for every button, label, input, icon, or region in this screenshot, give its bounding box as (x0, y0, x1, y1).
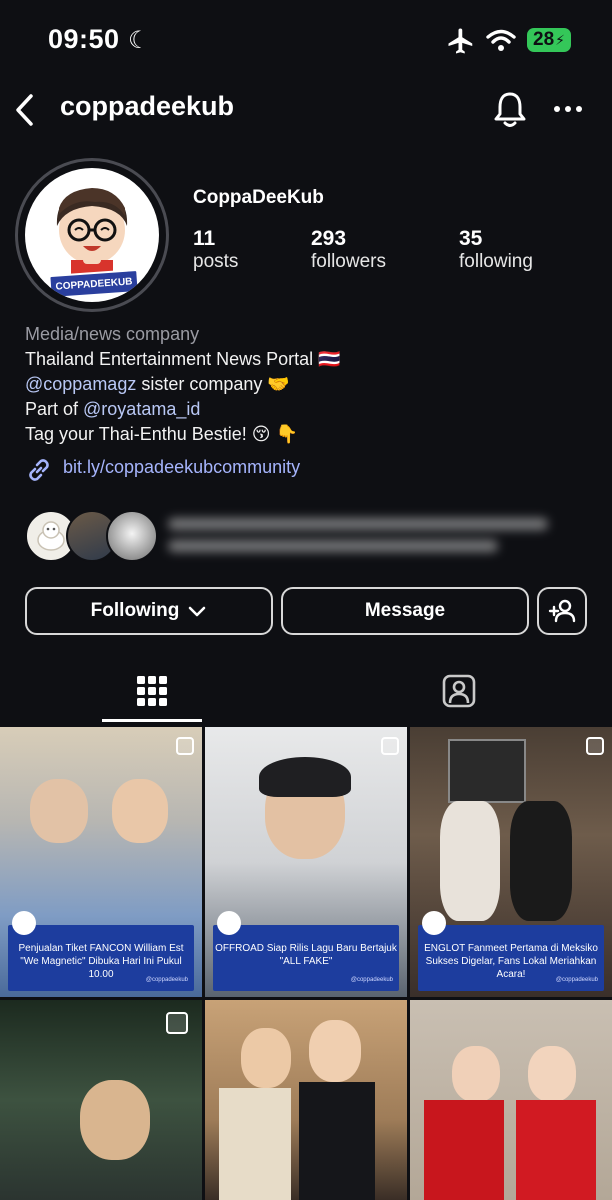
active-tab-indicator (102, 719, 202, 722)
multi-post-icon (586, 737, 604, 755)
more-icon[interactable] (553, 99, 583, 119)
following-stat[interactable]: 35 following (459, 227, 533, 273)
wifi-icon (486, 29, 516, 51)
followers-label: followers (311, 251, 386, 272)
message-button-label: Message (364, 600, 446, 621)
followers-count: 293 (311, 227, 347, 250)
link-icon (29, 459, 49, 481)
person-shape (309, 1020, 361, 1082)
post-tile-5[interactable] (205, 1000, 407, 1200)
person-shape (528, 1046, 576, 1102)
post-caption-text: OFFROAD Siap Rilis Lagu Baru Bertajuk "A… (215, 943, 397, 967)
posts-label: posts (193, 251, 239, 272)
post-caption-handle: @coppadeekub (555, 977, 598, 983)
profile-username: coppadeekub (60, 91, 235, 121)
suit-shape (299, 1082, 375, 1200)
post-tile-3[interactable]: ENGLOT Fanmeet Pertama di Meksiko Sukses… (410, 727, 612, 997)
profile-category: Media/news company (25, 324, 200, 344)
following-button[interactable]: Following (25, 587, 273, 635)
bio-line-1: Thailand Entertainment News Portal 🇹🇭 (25, 349, 341, 369)
followers-stat[interactable]: 293 followers (311, 227, 386, 273)
person-shape (80, 1080, 150, 1160)
mention-coppamagz[interactable]: @coppamagz (25, 374, 136, 394)
person-shape (112, 779, 168, 843)
tagged-icon (442, 674, 476, 708)
followed-by-text-blurred (168, 512, 568, 556)
grid-icon (137, 676, 167, 706)
suit-shape (424, 1100, 504, 1200)
suit-shape (516, 1100, 596, 1200)
following-label: following (459, 251, 533, 272)
suggest-people-button[interactable] (537, 587, 587, 635)
person-shape (30, 779, 88, 843)
chevron-down-icon (189, 606, 206, 617)
following-button-label: Following (90, 600, 180, 621)
profile-link[interactable]: bit.ly/coppadeekubcommunity (63, 457, 300, 478)
post-caption: Penjualan Tiket FANCON William Est "We M… (8, 911, 194, 991)
tab-posts-grid[interactable] (102, 664, 202, 718)
display-name: CoppaDeeKub (193, 187, 324, 208)
post-caption-handle: @coppadeekub (145, 977, 188, 983)
suit-shape (219, 1088, 291, 1200)
multi-post-icon (176, 737, 194, 755)
avatar-image: COPPADEEKUB (25, 168, 159, 302)
caption-logo (422, 911, 446, 935)
follower-avatar[interactable] (106, 510, 158, 562)
post-caption: OFFROAD Siap Rilis Lagu Baru Bertajuk "A… (213, 911, 399, 991)
posts-stat[interactable]: 11 posts (193, 227, 238, 273)
person-shape (510, 801, 572, 921)
multi-post-icon (166, 1012, 188, 1034)
hair-shape (259, 757, 351, 797)
bio-line-4: Tag your Thai-Enthu Bestie! 😚 👇 (25, 424, 298, 444)
bell-icon[interactable] (492, 89, 528, 129)
post-tile-6[interactable] (410, 1000, 612, 1200)
post-caption-handle: @coppadeekub (350, 977, 393, 983)
status-time: 09:50 (48, 24, 120, 54)
airplane-icon (448, 28, 473, 54)
bio-line-2-text: sister company 🤝 (136, 374, 290, 394)
bio-line-3-prefix: Part of (25, 399, 84, 419)
caption-logo (217, 911, 241, 935)
following-count: 35 (459, 227, 483, 250)
posts-count: 11 (193, 227, 216, 250)
message-button[interactable]: Message (281, 587, 529, 635)
back-arrow-icon[interactable] (10, 90, 40, 130)
mention-royatama[interactable]: @royatama_id (83, 399, 200, 419)
post-tile-1[interactable]: Penjualan Tiket FANCON William Est "We M… (0, 727, 202, 997)
flight-case-shape (448, 739, 526, 803)
add-person-icon (548, 599, 576, 623)
post-caption: ENGLOT Fanmeet Pertama di Meksiko Sukses… (418, 911, 604, 991)
tab-tagged[interactable] (409, 664, 509, 718)
avatar-badge: COPPADEEKUB (48, 268, 140, 300)
battery-indicator: 28 ⚡ (527, 28, 571, 52)
moon-icon: ☾ (128, 27, 150, 54)
post-tile-4[interactable] (0, 1000, 202, 1200)
post-tile-2[interactable]: OFFROAD Siap Rilis Lagu Baru Bertajuk "A… (205, 727, 407, 997)
person-shape (452, 1046, 500, 1102)
person-shape (241, 1028, 291, 1088)
profile-avatar[interactable]: COPPADEEKUB (15, 158, 169, 312)
multi-post-icon (381, 737, 399, 755)
bio-line-3: Part of @royatama_id (25, 399, 200, 420)
person-shape (440, 801, 500, 921)
caption-logo (12, 911, 36, 935)
bio-line-2: @coppamagz sister company 🤝 (25, 374, 290, 395)
